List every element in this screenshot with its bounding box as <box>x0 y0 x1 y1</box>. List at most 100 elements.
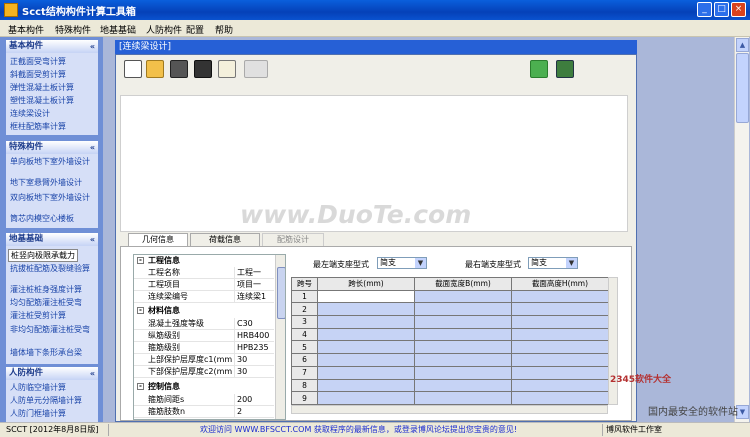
table-cell[interactable] <box>414 327 512 342</box>
property-row[interactable]: 混凝土强度等级 C30 <box>134 318 274 330</box>
table-vertical-scrollbar[interactable] <box>608 277 618 405</box>
sidebar-item[interactable]: 双向板地下室外墙设计 <box>10 192 90 203</box>
clipboard-icon[interactable] <box>218 60 236 78</box>
property-row[interactable]: 纵筋级别 HRB400 <box>134 330 274 342</box>
menu-help[interactable]: 帮助 <box>215 23 233 36</box>
property-row[interactable]: 箍筋肢数n 2 <box>134 406 274 418</box>
table-cell[interactable] <box>511 340 609 355</box>
sidebar-item-selected[interactable]: 桩竖向极限承载力 <box>8 249 78 262</box>
property-row[interactable]: 箍筋级别 HPB235 <box>134 342 274 354</box>
right-support-select[interactable]: 简支 ▼ <box>528 257 578 269</box>
table-cell[interactable] <box>511 289 609 304</box>
property-row[interactable]: 连续梁编号 连续梁1 <box>134 291 274 303</box>
table-cell[interactable] <box>317 353 415 367</box>
table-cell[interactable] <box>511 353 609 367</box>
new-icon[interactable] <box>124 60 142 78</box>
table-cell[interactable] <box>414 378 512 393</box>
property-value[interactable]: 2 <box>234 406 274 418</box>
table-horizontal-scrollbar[interactable] <box>291 405 608 414</box>
sidebar-item[interactable]: 非均匀配筋灌注桩受弯 <box>10 324 90 335</box>
table-cell[interactable] <box>317 315 415 329</box>
table-cell[interactable] <box>511 391 609 405</box>
collapse-icon[interactable]: « <box>90 141 95 154</box>
table-cell[interactable] <box>317 365 415 380</box>
sidebar-item[interactable]: 单向板地下室外墙设计 <box>10 156 90 167</box>
table-cell[interactable] <box>414 353 512 367</box>
close-button[interactable]: × <box>731 2 746 17</box>
help-icon[interactable] <box>530 60 548 78</box>
table-cell[interactable] <box>317 340 415 355</box>
tab-geometry[interactable]: 几何信息 <box>128 233 188 246</box>
table-cell[interactable] <box>511 365 609 380</box>
main-scrollbar[interactable]: ▲ ▼ <box>734 37 749 422</box>
table-cell[interactable] <box>317 378 415 393</box>
menu-config[interactable]: 配置 <box>186 23 204 36</box>
sidebar-item[interactable]: 人防门框墙计算 <box>10 408 66 419</box>
table-cell[interactable] <box>317 391 415 405</box>
sidebar-item[interactable]: 筒芯内模空心楼板 <box>10 213 74 224</box>
table-cell[interactable] <box>511 378 609 393</box>
property-scrollbar[interactable] <box>275 255 285 419</box>
table-cell[interactable] <box>317 289 415 304</box>
status-message[interactable]: 欢迎访问 WWW.BFSCCT.COM 获取程序的最新信息，或登录博风论坛提出您… <box>200 423 517 437</box>
collapse-toggle[interactable]: - <box>137 383 144 390</box>
sidebar-item[interactable]: 灌注桩受剪计算 <box>10 310 66 321</box>
sidebar-item[interactable]: 墙体墙下条形承台梁 <box>10 347 82 358</box>
sidebar-item[interactable]: 抗拔桩配筋及裂缝验算 <box>10 263 90 274</box>
collapse-icon[interactable]: « <box>90 233 95 246</box>
maximize-button[interactable]: □ <box>714 2 729 17</box>
table-cell[interactable] <box>511 315 609 329</box>
table-cell[interactable] <box>317 327 415 342</box>
sidebar-item[interactable]: 斜截面受剪计算 <box>10 69 66 80</box>
collapse-toggle[interactable]: - <box>137 307 144 314</box>
property-value[interactable]: 30 <box>234 366 274 378</box>
property-value[interactable]: 30 <box>234 354 274 366</box>
chevron-down-icon[interactable]: ▼ <box>415 258 426 268</box>
menu-foundation[interactable]: 地基基础 <box>100 23 136 36</box>
sidebar-item[interactable]: 均匀配筋灌注桩受弯 <box>10 297 82 308</box>
sidebar-item[interactable]: 灌注桩桩身强度计算 <box>10 284 82 295</box>
scroll-thumb[interactable] <box>736 53 749 123</box>
menu-civil-defense[interactable]: 人防构件 <box>146 23 182 36</box>
table-cell[interactable] <box>414 302 512 317</box>
sidebar-item[interactable]: 地下室悬臂外墙设计 <box>10 177 82 188</box>
table-cell[interactable] <box>317 302 415 317</box>
table-cell[interactable] <box>414 391 512 405</box>
table-cell[interactable] <box>414 289 512 304</box>
exit-icon[interactable] <box>556 60 574 78</box>
property-value[interactable]: HPB235 <box>234 342 274 354</box>
calc-icon[interactable] <box>244 60 268 78</box>
sidebar-item[interactable]: 框柱配筋率计算 <box>10 121 66 132</box>
sidebar-item[interactable]: 人防临空墙计算 <box>10 382 66 393</box>
property-value[interactable]: 200 <box>234 394 274 406</box>
chevron-down-icon[interactable]: ▼ <box>566 258 577 268</box>
table-cell[interactable] <box>414 315 512 329</box>
property-value[interactable]: 工程一 <box>234 267 274 279</box>
property-row[interactable]: 工程项目 项目一 <box>134 279 274 291</box>
group-header-special[interactable]: 特殊构件 « <box>6 141 98 154</box>
property-value[interactable]: C30 <box>234 318 274 330</box>
collapse-icon[interactable]: « <box>90 367 95 380</box>
property-row[interactable]: 上部保护层厚度c1(mm) 30 <box>134 354 274 366</box>
table-cell[interactable] <box>511 302 609 317</box>
status-studio[interactable]: 博风软件工作室【WWW.BFSCCT.COM】 <box>606 423 750 437</box>
category-material[interactable]: - 材料信息 <box>134 305 274 317</box>
category-control[interactable]: - 控制信息 <box>134 381 274 393</box>
save-all-icon[interactable] <box>194 60 212 78</box>
property-value[interactable]: 项目一 <box>234 279 274 291</box>
left-support-select[interactable]: 简支 ▼ <box>377 257 427 269</box>
minimize-button[interactable]: _ <box>697 2 712 17</box>
sidebar-item[interactable]: 人防单元分隔墙计算 <box>10 395 82 406</box>
group-header-basic[interactable]: 基本构件 « <box>6 40 98 53</box>
group-header-civil[interactable]: 人防构件 « <box>6 367 98 380</box>
property-row[interactable]: 下部保护层厚度c2(mm) 30 <box>134 366 274 378</box>
category-project[interactable]: - 工程信息 <box>134 255 274 267</box>
table-cell[interactable] <box>414 365 512 380</box>
table-cell[interactable] <box>414 340 512 355</box>
save-icon[interactable] <box>170 60 188 78</box>
property-value[interactable]: 连续梁1 <box>234 291 274 303</box>
collapse-icon[interactable]: « <box>90 40 95 53</box>
collapse-toggle[interactable]: - <box>137 257 144 264</box>
menu-special[interactable]: 特殊构件 <box>55 23 91 36</box>
open-icon[interactable] <box>146 60 164 78</box>
